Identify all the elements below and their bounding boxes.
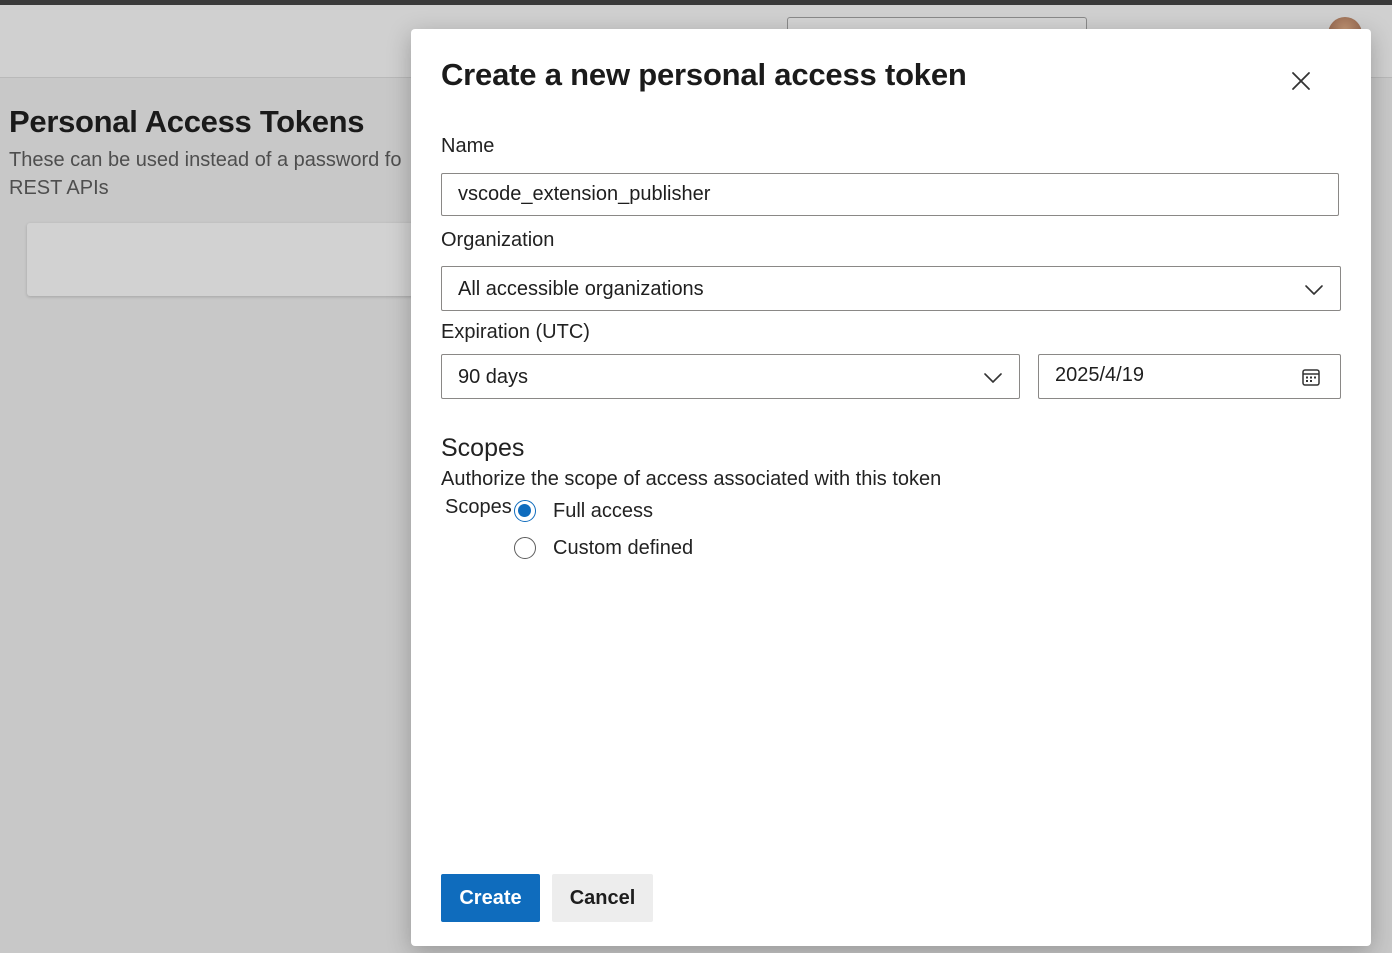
expiration-label: Expiration (UTC) <box>441 321 590 343</box>
close-icon <box>1292 72 1310 90</box>
radio-full-access[interactable]: Full access <box>514 497 653 525</box>
name-field[interactable] <box>441 173 1339 216</box>
organization-dropdown[interactable]: All accessible organizations <box>441 266 1341 311</box>
tokens-card <box>27 223 447 296</box>
radio-custom-defined[interactable]: Custom defined <box>514 534 693 562</box>
radio-label-custom-defined: Custom defined <box>553 536 694 559</box>
expiration-dropdown[interactable]: 90 days <box>441 354 1020 399</box>
expiration-selected-value: 90 days <box>458 366 529 388</box>
chevron-down-icon <box>1305 285 1323 295</box>
scopes-title: Scopes <box>441 434 525 462</box>
radio-button-checked[interactable] <box>514 500 536 522</box>
chevron-down-icon <box>984 373 1002 383</box>
close-button[interactable] <box>1285 65 1317 97</box>
page-subtitle-line2: REST APIs <box>9 177 109 199</box>
name-label: Name <box>441 135 495 157</box>
organization-selected-value: All accessible organizations <box>458 278 704 300</box>
page-subtitle-line1: These can be used instead of a password … <box>9 149 402 171</box>
expiration-date-field[interactable] <box>1038 354 1341 399</box>
scopes-group-label: Scopes <box>445 496 512 518</box>
radio-button-unchecked[interactable] <box>514 537 536 559</box>
dialog-title: Create a new personal access token <box>441 57 967 92</box>
scopes-description: Authorize the scope of access associated… <box>441 468 942 490</box>
create-button[interactable]: Create <box>441 874 540 922</box>
cancel-button[interactable]: Cancel <box>552 874 653 922</box>
radio-label-full-access: Full access <box>553 499 654 522</box>
calendar-icon[interactable] <box>1301 367 1321 387</box>
name-input[interactable] <box>458 174 1318 215</box>
page-title: Personal Access Tokens <box>9 104 365 139</box>
create-token-dialog: Create a new personal access token Name … <box>411 29 1371 946</box>
page-subtitle: These can be used instead of a password … <box>9 146 429 202</box>
organization-label: Organization <box>441 229 555 251</box>
expiration-date-input[interactable] <box>1055 355 1285 396</box>
